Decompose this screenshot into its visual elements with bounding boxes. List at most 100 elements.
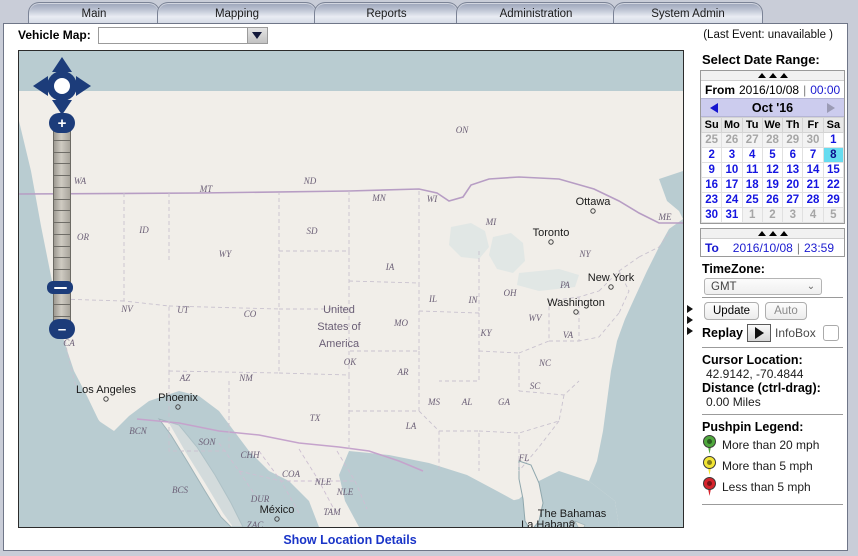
zoom-track[interactable] — [53, 127, 71, 327]
tab-mapping[interactable]: Mapping — [157, 2, 317, 25]
calendar-day[interactable]: 26 — [761, 192, 784, 208]
calendar-day[interactable]: 17 — [721, 177, 743, 193]
calendar-week-row: 23 24 25 26 27 28 29 — [700, 192, 845, 208]
action-button-row: Update Auto — [698, 298, 847, 320]
calendar-day[interactable]: 14 — [802, 162, 824, 178]
calendar-day[interactable]: 15 — [822, 162, 845, 178]
calendar-weekday-fr: Fr — [802, 117, 824, 133]
to-time-value[interactable]: 23:59 — [804, 241, 834, 255]
infobox-checkbox[interactable] — [822, 325, 839, 341]
from-spin-up-3[interactable] — [779, 73, 788, 78]
tab-main-label: Main — [81, 8, 107, 20]
to-separator: | — [796, 240, 800, 255]
auto-button[interactable]: Auto — [765, 302, 807, 320]
calendar-day[interactable]: 31 — [721, 207, 743, 223]
pan-compass-icon[interactable] — [33, 57, 91, 115]
zoom-slider-control[interactable]: + – — [47, 113, 75, 339]
zoom-in-button[interactable]: + — [49, 113, 75, 133]
calendar-day[interactable]: 6 — [782, 147, 804, 163]
to-spinner-row[interactable] — [701, 229, 844, 239]
map-canvas[interactable] — [19, 51, 683, 527]
calendar-grid[interactable]: Su Mo Tu We Th Fr Sa 25 26 27 28 29 30 1 2 3 4 5 6 7 8 9 10 11… — [700, 117, 845, 223]
calendar-day[interactable]: 30 — [802, 132, 824, 148]
tab-main[interactable]: Main — [28, 2, 160, 25]
pan-up-button[interactable] — [52, 57, 72, 72]
calendar-day[interactable]: 26 — [721, 132, 743, 148]
timezone-select[interactable]: GMT ⌄ — [704, 278, 822, 295]
pan-center-button[interactable] — [54, 78, 70, 94]
tab-mapping-label: Mapping — [214, 8, 260, 20]
from-spin-up-2[interactable] — [768, 73, 777, 78]
calendar-day[interactable]: 27 — [741, 132, 763, 148]
calendar-day[interactable]: 25 — [741, 192, 763, 208]
calendar-day[interactable]: 1 — [741, 207, 763, 223]
calendar-day[interactable]: 20 — [782, 177, 804, 193]
from-spinner-row[interactable] — [701, 71, 844, 81]
timezone-title: TimeZone: — [702, 262, 765, 276]
collapse-panel-icon[interactable] — [685, 305, 697, 335]
calendar-day[interactable]: 25 — [700, 132, 723, 148]
chevron-down-icon[interactable]: ⌄ — [801, 281, 821, 292]
tab-system-admin[interactable]: System Admin — [613, 2, 763, 25]
pan-left-button[interactable] — [33, 76, 48, 96]
calendar-day[interactable]: 18 — [741, 177, 763, 193]
calendar-day-selected[interactable]: 8 — [822, 147, 845, 163]
calendar-day[interactable]: 5 — [822, 207, 845, 223]
calendar-day[interactable]: 16 — [700, 177, 723, 193]
calendar-nav: Oct '16 — [701, 98, 844, 117]
to-date-value[interactable]: 2016/10/08 — [733, 241, 793, 255]
to-spin-up-2[interactable] — [768, 231, 777, 236]
calendar-day[interactable]: 4 — [741, 147, 763, 163]
calendar-day[interactable]: 22 — [822, 177, 845, 193]
calendar-day[interactable]: 10 — [721, 162, 743, 178]
calendar-body[interactable]: 25 26 27 28 29 30 1 2 3 4 5 6 7 8 9 10 11 12 13 14 15 16 17 18 1… — [700, 132, 845, 223]
calendar-day[interactable]: 28 — [802, 192, 824, 208]
calendar-day[interactable]: 2 — [700, 147, 723, 163]
map-pin-icon — [703, 435, 716, 454]
calendar-day[interactable]: 19 — [761, 177, 784, 193]
calendar-day[interactable]: 29 — [782, 132, 804, 148]
calendar-weekday-row: Su Mo Tu We Th Fr Sa — [700, 117, 845, 133]
calendar-day[interactable]: 4 — [802, 207, 824, 223]
calendar-day[interactable]: 5 — [761, 147, 784, 163]
update-button[interactable]: Update — [704, 302, 760, 320]
calendar-day[interactable]: 21 — [802, 177, 824, 193]
chevron-left-icon[interactable] — [701, 102, 727, 113]
show-location-details-link[interactable]: Show Location Details — [283, 533, 416, 547]
divider-1 — [702, 347, 843, 348]
to-spin-up-3[interactable] — [779, 231, 788, 236]
to-row[interactable]: To 2016/10/08 | 23:59 — [701, 239, 844, 256]
chevron-down-icon[interactable] — [246, 27, 267, 43]
calendar-day[interactable]: 12 — [761, 162, 784, 178]
tab-administration[interactable]: Administration — [456, 2, 616, 25]
tab-reports[interactable]: Reports — [314, 2, 459, 25]
calendar-day[interactable]: 3 — [782, 207, 804, 223]
from-time-value[interactable]: 00:00 — [810, 83, 840, 97]
calendar-day[interactable]: 3 — [721, 147, 743, 163]
to-spin-up-1[interactable] — [757, 231, 766, 236]
calendar-day[interactable]: 2 — [761, 207, 784, 223]
calendar-day[interactable]: 30 — [700, 207, 723, 223]
distance-value: 0.00 Miles — [706, 395, 761, 409]
calendar-day[interactable]: 27 — [782, 192, 804, 208]
zoom-slider-handle[interactable] — [47, 281, 73, 294]
map-viewport[interactable]: ON WA MT ND MN ME OR ID SD WI MI WY NY IA NV UT CO IL IN OH… — [18, 50, 684, 528]
chevron-right-icon[interactable] — [818, 102, 844, 113]
from-row[interactable]: From 2016/10/08 | 00:00 — [701, 81, 844, 98]
calendar-day[interactable]: 1 — [822, 132, 845, 148]
calendar-day[interactable]: 13 — [782, 162, 804, 178]
calendar-day[interactable]: 28 — [761, 132, 784, 148]
zoom-out-button[interactable]: – — [49, 319, 75, 339]
calendar-day[interactable]: 24 — [721, 192, 743, 208]
calendar-day[interactable]: 7 — [802, 147, 824, 163]
vehicle-map-select[interactable] — [97, 26, 268, 44]
pan-right-button[interactable] — [76, 76, 91, 96]
from-date-value[interactable]: 2016/10/08 — [739, 83, 799, 97]
calendar-day[interactable]: 9 — [700, 162, 723, 178]
play-icon[interactable] — [747, 324, 771, 342]
calendar-day[interactable]: 11 — [741, 162, 763, 178]
calendar-day[interactable]: 23 — [700, 192, 723, 208]
right-sidebar: Select Date Range: From 2016/10/08 | 00:… — [698, 50, 847, 526]
calendar-day[interactable]: 29 — [822, 192, 845, 208]
from-spin-up-1[interactable] — [757, 73, 766, 78]
